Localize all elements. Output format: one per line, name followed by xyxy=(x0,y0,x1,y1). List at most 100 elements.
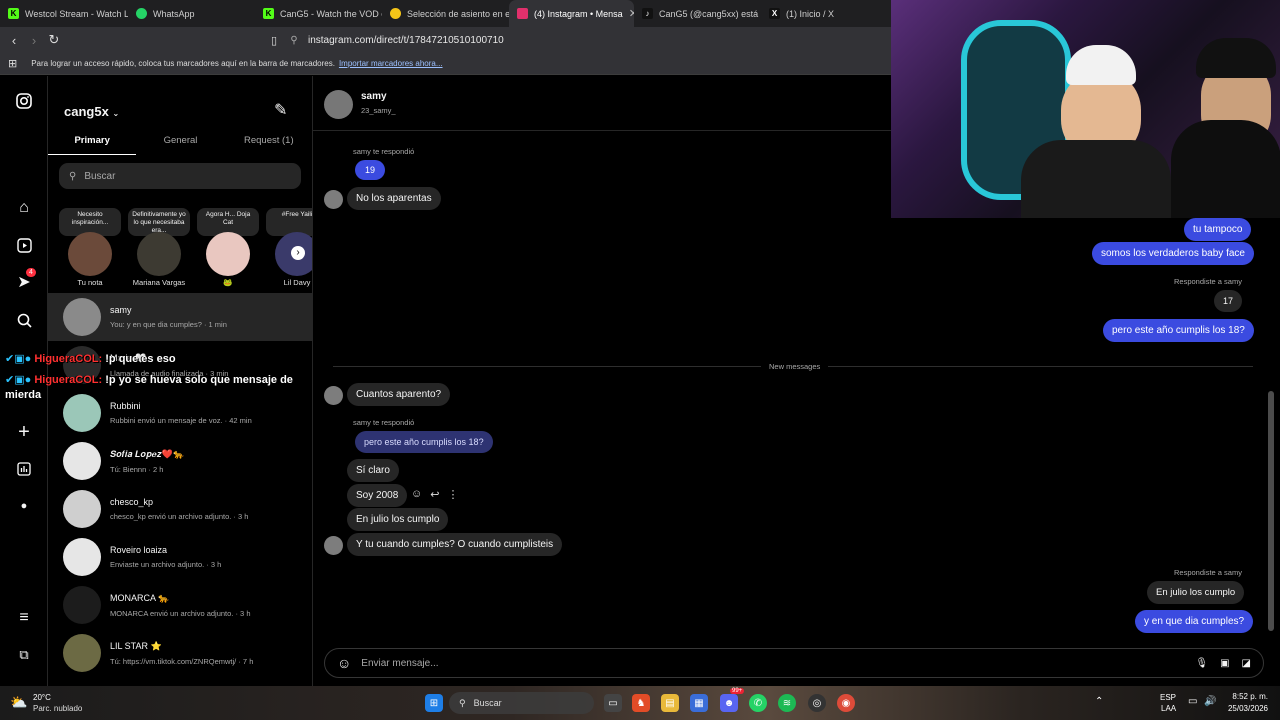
tab-westcol[interactable]: K Westcol Stream - Watch Li xyxy=(0,0,128,27)
badge-icon: ✔▣● xyxy=(5,353,32,365)
message-bubble[interactable]: y en que dia cumples? xyxy=(1135,610,1254,633)
whatsapp-icon[interactable]: ✆ xyxy=(749,694,767,712)
react-icon[interactable]: ☺ xyxy=(411,488,422,501)
weather-icon[interactable]: ⛅ xyxy=(10,694,27,711)
bookmark-icon[interactable]: ▯ xyxy=(264,34,284,47)
avatar[interactable] xyxy=(324,90,353,119)
volume-icon[interactable]: 🔊 xyxy=(1204,696,1216,707)
message-bubble[interactable]: 19 xyxy=(355,160,386,180)
thread-roveiro[interactable]: Roveiro loaiza Enviaste un archivo adjunt… xyxy=(48,533,312,581)
windows-start-icon[interactable]: ⊞ xyxy=(425,694,443,712)
create-icon[interactable]: + xyxy=(12,420,36,444)
tab-whatsapp[interactable]: WhatsApp xyxy=(128,0,255,27)
spotify-icon[interactable]: ≋ xyxy=(778,694,796,712)
message-bubble[interactable]: Y tu cuando cumples? O cuando cumplistei… xyxy=(347,533,563,556)
url-field[interactable]: instagram.com/direct/t/17847210510100710 xyxy=(308,35,504,46)
avatar xyxy=(324,536,343,555)
thread-monarca[interactable]: MONARCA 🐆 MONARCA envió un archivo adjunt… xyxy=(48,581,312,629)
tab-requests[interactable]: Request (1) xyxy=(225,129,312,155)
site-info-icon[interactable]: ⚲ xyxy=(284,35,304,46)
menu-icon[interactable]: ≡ xyxy=(12,606,36,630)
seat-icon xyxy=(390,8,401,19)
message-bubble[interactable]: somos los verdaderos baby face xyxy=(1092,242,1254,265)
thread-lilstar[interactable]: LIL STAR ⭐ Tú: https://vm.tiktok.com/ZNRQ… xyxy=(48,629,312,677)
forward-icon[interactable]: › xyxy=(24,33,44,48)
chat-title[interactable]: samy xyxy=(361,91,387,102)
message-composer[interactable]: ☺ Enviar mensaje... 🎙 ▣ ◪ xyxy=(324,648,1264,678)
microphone-icon[interactable]: 🎙 xyxy=(1195,658,1208,669)
compose-icon[interactable]: ✎ xyxy=(274,100,287,120)
sticker-icon[interactable]: ◪ xyxy=(1242,658,1251,669)
dashboard-icon[interactable] xyxy=(12,457,36,481)
inbox-tabs: Primary General Request (1) xyxy=(48,129,312,155)
scrollbar[interactable] xyxy=(1266,221,1276,636)
message-input[interactable]: Enviar mensaje... xyxy=(361,658,438,669)
tab-tiktok[interactable]: ♪ CanG5 (@cang5xx) está Li xyxy=(634,0,761,27)
thread-sofia[interactable]: 𝑺𝒐𝒇𝒊𝒂 𝑳𝒐𝒑𝒆𝒛❤️🐆 Tú: Biennn · 2 h xyxy=(48,437,312,485)
taskbar-search[interactable]: ⚲ Buscar xyxy=(449,692,594,714)
more-icon[interactable]: ⋮ xyxy=(447,488,458,501)
chevron-right-icon[interactable]: › xyxy=(291,246,305,260)
message-quote[interactable]: En julio los cumplo xyxy=(1147,581,1245,604)
search-icon: ⚲ xyxy=(459,697,466,708)
message-bubble[interactable]: Sí claro xyxy=(347,459,399,482)
note-item[interactable]: #Free Yaili Lil Davy xyxy=(266,208,312,287)
note-item[interactable]: Agora H... Doja Cat 🐸 xyxy=(197,208,259,287)
profile-avatar-icon[interactable]: ● xyxy=(12,494,36,518)
apps-icon[interactable]: ⊞ xyxy=(8,57,17,70)
emoji-icon[interactable]: ☺ xyxy=(337,655,351,671)
reels-icon[interactable] xyxy=(12,233,36,257)
thread-chesco[interactable]: chesco_kp chesco_kp envió un archivo adju… xyxy=(48,485,312,533)
tab-cang5-vod[interactable]: K CanG5 - Watch the VOD o xyxy=(255,0,382,27)
note-item[interactable]: Necesito inspiración... Tu nota xyxy=(59,208,121,287)
chrome-icon[interactable]: ◉ xyxy=(837,694,855,712)
obs-icon[interactable]: ◎ xyxy=(808,694,826,712)
thread-samy[interactable]: samy You: y en que dia cumples? · 1 min xyxy=(48,293,312,341)
more-apps-icon[interactable]: ⧉ xyxy=(12,643,36,667)
store-icon[interactable]: ▦ xyxy=(690,694,708,712)
tab-general[interactable]: General xyxy=(136,129,224,155)
reload-icon[interactable]: ↻ xyxy=(44,32,64,48)
keyboard-layout[interactable]: LAA xyxy=(1161,704,1176,713)
reply-icon[interactable]: ↩ xyxy=(430,488,439,501)
tab-primary[interactable]: Primary xyxy=(48,129,137,155)
thread-rubbini[interactable]: Rubbini Rubbini envió un mensaje de voz. … xyxy=(48,389,312,437)
account-switcher[interactable]: cang5x ⌄ xyxy=(64,104,119,119)
chevron-up-icon[interactable]: ⌃ xyxy=(1095,696,1103,707)
image-icon[interactable]: ▣ xyxy=(1220,658,1229,669)
tab-x[interactable]: X (1) Inicio / X xyxy=(761,0,881,27)
message-bubble[interactable]: tu tampoco xyxy=(1184,218,1252,241)
message-quote[interactable]: pero este año cumplis los 18? xyxy=(355,431,493,453)
note-item[interactable]: Definitivamente yo lo que necesitaba era… xyxy=(128,208,190,287)
message-bubble[interactable]: En julio los cumplo xyxy=(347,508,449,531)
avatar xyxy=(206,232,250,276)
back-icon[interactable]: ‹ xyxy=(4,33,24,48)
scrollbar-thumb[interactable] xyxy=(1268,391,1274,631)
instagram-logo-icon[interactable] xyxy=(12,89,36,113)
message-bubble[interactable]: Soy 2008 xyxy=(347,484,408,507)
task-view-icon[interactable]: ▭ xyxy=(604,694,622,712)
import-bookmarks-link[interactable]: Importar marcadores ahora... xyxy=(339,59,443,68)
search-input[interactable]: ⚲ Buscar xyxy=(59,163,301,189)
avatar xyxy=(63,394,101,432)
avatar xyxy=(63,586,101,624)
messages-icon[interactable]: ➤ 4 xyxy=(12,268,36,294)
message-bubble[interactable]: No los aparentas xyxy=(347,187,441,210)
network-icon[interactable]: ▭ xyxy=(1188,696,1197,707)
file-explorer-icon[interactable]: ▤ xyxy=(661,694,679,712)
message-bubble[interactable]: Cuantos aparento? xyxy=(347,383,451,406)
message-quote[interactable]: 17 xyxy=(1214,290,1243,312)
chevron-down-icon: ⌄ xyxy=(112,109,120,118)
guest-body xyxy=(1171,120,1280,218)
message-bubble[interactable]: pero este año cumplis los 18? xyxy=(1103,319,1254,342)
clock-time[interactable]: 8:52 p. m. xyxy=(1226,692,1268,701)
home-icon[interactable]: ⌂ xyxy=(12,196,36,220)
tab-instagram[interactable]: (4) Instagram • Mensa ✕ xyxy=(509,0,634,27)
discord-icon[interactable]: ☻ 99+ xyxy=(720,688,745,712)
stream-chat-line: mierda xyxy=(5,389,42,401)
language[interactable]: ESP xyxy=(1160,693,1176,702)
brave-icon[interactable]: ♞ xyxy=(632,694,650,712)
search-icon[interactable] xyxy=(12,308,36,332)
clock-date[interactable]: 25/03/2026 xyxy=(1226,704,1268,713)
tab-seat-selection[interactable]: Selección de asiento en el xyxy=(382,0,509,27)
